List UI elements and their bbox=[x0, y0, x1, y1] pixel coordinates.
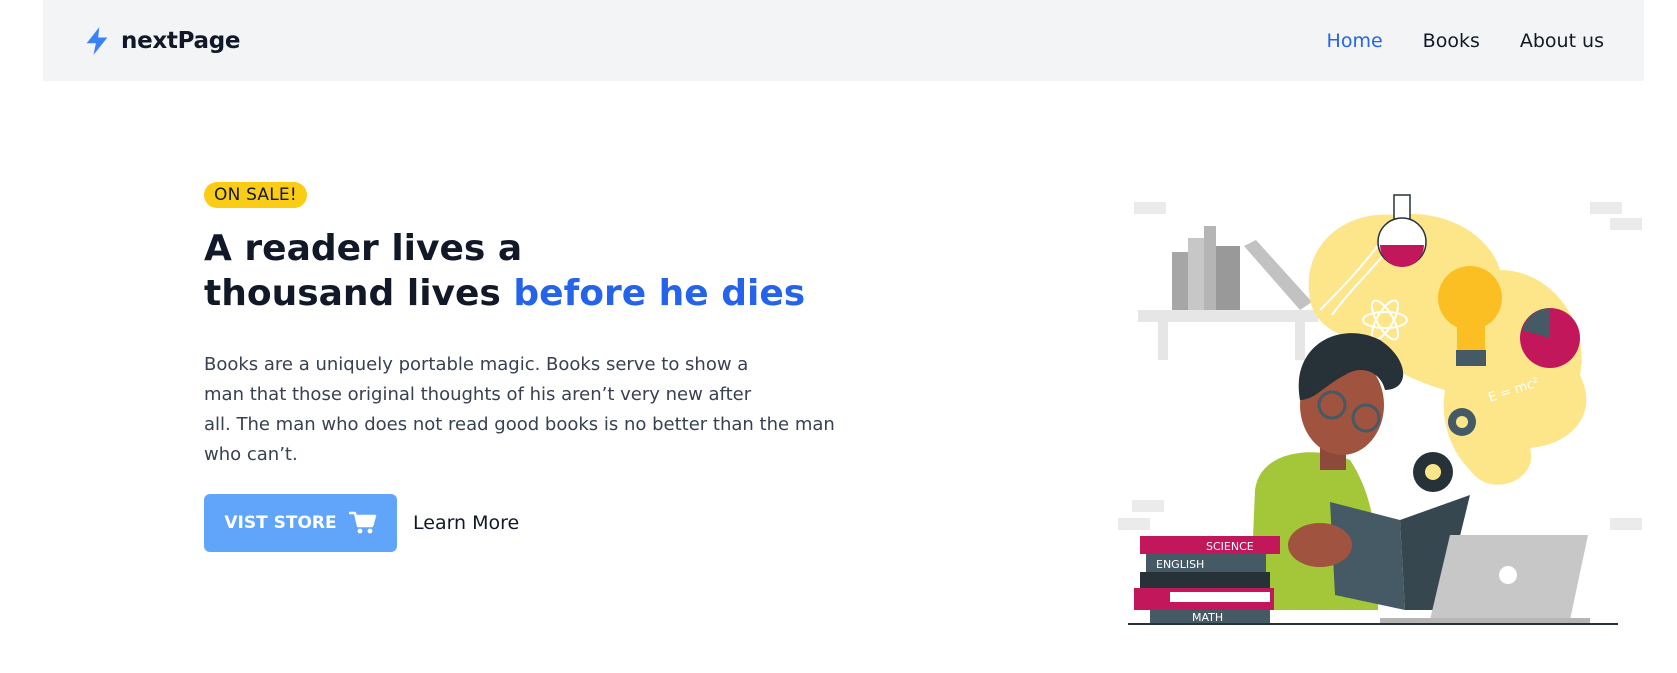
hero-description-line: man that those original thoughts of his … bbox=[204, 384, 752, 405]
hero-title: A reader lives a thousand lives before h… bbox=[204, 226, 864, 316]
hero-title-line2: thousand lives bbox=[204, 273, 501, 314]
learn-more-button[interactable]: Learn More bbox=[413, 512, 519, 534]
gear-icon bbox=[1448, 408, 1476, 436]
visit-store-button[interactable]: VIST STORE bbox=[204, 494, 397, 552]
book-spine-english: ENGLISH bbox=[1156, 558, 1204, 571]
brand-logo-link[interactable]: nextPage bbox=[83, 26, 241, 56]
hero-description-line: all. The man who does not read good book… bbox=[204, 414, 835, 435]
hero-description: Books are a uniquely portable magic. Boo… bbox=[204, 350, 854, 470]
navbar: nextPage Home Books About us bbox=[43, 0, 1644, 81]
book-spine-math: MATH bbox=[1192, 611, 1223, 624]
book-spine-science: SCIENCE bbox=[1206, 540, 1254, 553]
main-nav: Home Books About us bbox=[1327, 30, 1604, 52]
sale-badge: ON SALE! bbox=[204, 182, 307, 208]
flask-icon bbox=[1377, 194, 1427, 267]
visit-store-label: VIST STORE bbox=[224, 513, 337, 533]
hero-description-line: Books are a uniquely portable magic. Boo… bbox=[204, 354, 749, 375]
reading-boy-illustration: E = mc² SCIENCE ENGLISH MATH bbox=[1118, 194, 1642, 625]
shelf-icon bbox=[1138, 226, 1318, 360]
hero-section: ON SALE! A reader lives a thousand lives… bbox=[204, 182, 864, 552]
nav-link-books[interactable]: Books bbox=[1423, 30, 1480, 52]
nav-link-about-us[interactable]: About us bbox=[1520, 30, 1604, 52]
brand-name: nextPage bbox=[121, 27, 241, 54]
lightning-bolt-icon bbox=[86, 26, 108, 55]
cart-icon bbox=[348, 511, 376, 534]
nav-link-home[interactable]: Home bbox=[1327, 30, 1383, 52]
gear-icon bbox=[1413, 452, 1453, 492]
pie-chart-icon bbox=[1520, 308, 1580, 368]
hero-title-line1: A reader lives a bbox=[204, 228, 523, 269]
hero-description-line: who can’t. bbox=[204, 444, 298, 465]
hero-title-accent: before he dies bbox=[513, 273, 806, 314]
hero-actions: VIST STORE Learn More bbox=[204, 494, 864, 552]
